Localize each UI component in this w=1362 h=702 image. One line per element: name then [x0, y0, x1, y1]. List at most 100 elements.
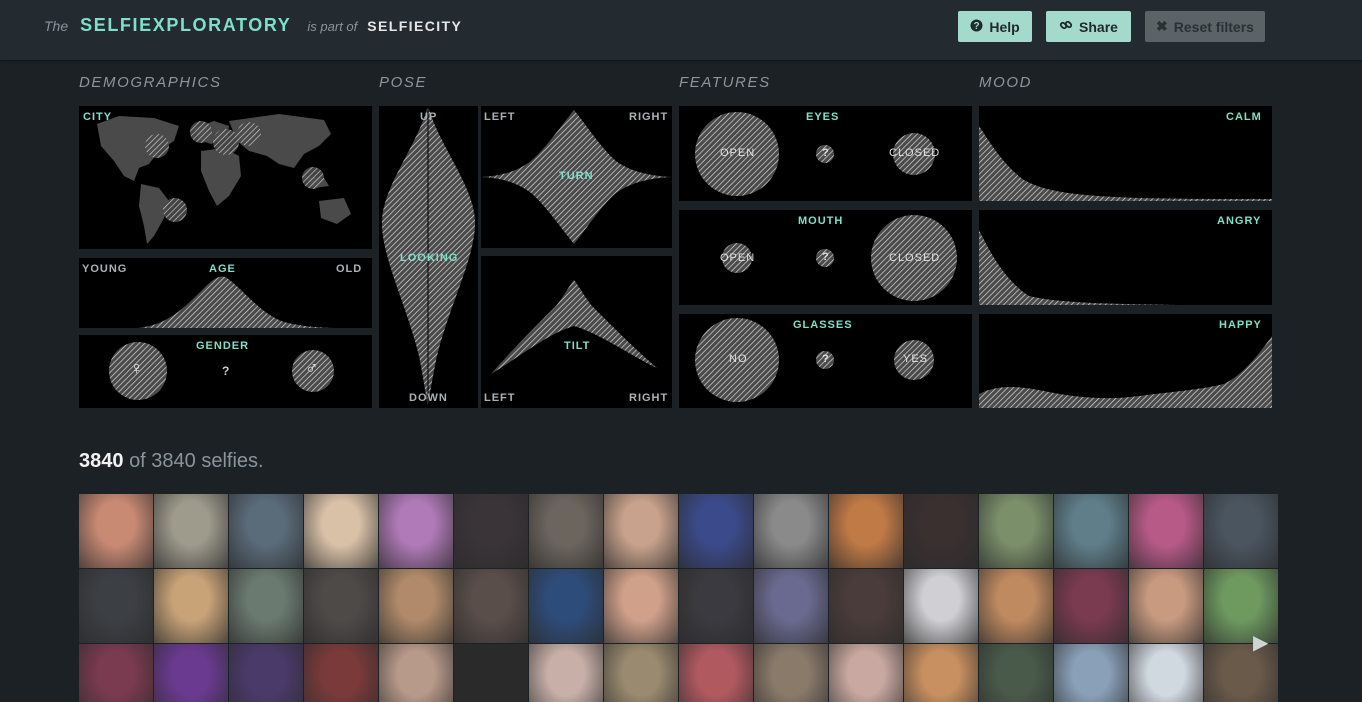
selfie-thumbnail[interactable]: [1129, 494, 1203, 568]
selfie-thumbnail[interactable]: [904, 494, 978, 568]
selfie-thumbnail[interactable]: [379, 494, 453, 568]
tilt-panel[interactable]: TILT LEFT RIGHT: [481, 256, 672, 408]
selfie-thumbnail[interactable]: [679, 644, 753, 702]
glasses-yes-label: YES: [903, 353, 929, 365]
selfie-thumbnail[interactable]: [1204, 494, 1278, 568]
selfie-thumbnail[interactable]: [754, 644, 828, 702]
calm-label: CALM: [1226, 111, 1262, 123]
glasses-no-label: NO: [729, 353, 748, 365]
female-icon: ♀: [130, 358, 144, 378]
selfie-thumbnail[interactable]: [379, 569, 453, 643]
share-label: Share: [1079, 18, 1118, 35]
help-label: Help: [989, 18, 1020, 35]
happy-label: HAPPY: [1219, 319, 1262, 331]
selfie-thumbnail[interactable]: [754, 569, 828, 643]
selfie-thumbnail[interactable]: [754, 494, 828, 568]
age-label: AGE: [209, 263, 236, 275]
selfie-thumbnail[interactable]: [229, 569, 303, 643]
happy-panel[interactable]: HAPPY: [979, 314, 1272, 408]
selfie-thumbnail[interactable]: [304, 494, 378, 568]
world-map[interactable]: [79, 106, 372, 249]
selfie-thumbnail[interactable]: [154, 494, 228, 568]
top-bar: The SELFIEXPLORATORY is part of SELFIECI…: [0, 0, 1362, 60]
angry-label: ANGRY: [1217, 215, 1262, 227]
selfie-thumbnail[interactable]: [604, 569, 678, 643]
selfie-thumbnail[interactable]: [1054, 494, 1128, 568]
selfie-thumbnail[interactable]: [979, 494, 1053, 568]
reset-filters-button[interactable]: ✖ Reset filters: [1145, 11, 1265, 42]
selfie-thumbnail[interactable]: [829, 494, 903, 568]
gender-unknown-label[interactable]: ?: [222, 364, 229, 378]
selfie-count-total: of 3840 selfies.: [129, 450, 264, 472]
selfie-thumbnail[interactable]: [904, 569, 978, 643]
parent-site-link[interactable]: SELFIECITY: [367, 18, 462, 34]
selfie-thumbnail[interactable]: [454, 494, 528, 568]
selfie-thumbnail[interactable]: [154, 644, 228, 702]
selfie-thumbnail[interactable]: [229, 644, 303, 702]
selfie-thumbnail[interactable]: [604, 494, 678, 568]
selfie-thumbnail[interactable]: [304, 644, 378, 702]
looking-panel[interactable]: UP LOOKING DOWN: [379, 106, 478, 408]
brand-part-of: is part of: [307, 19, 358, 34]
gender-panel[interactable]: GENDER ♀ ? ♂: [79, 335, 372, 408]
help-button[interactable]: ? Help: [958, 11, 1032, 42]
turn-left-label: LEFT: [484, 111, 516, 123]
tilt-left-label: LEFT: [484, 392, 516, 404]
selfie-thumbnail[interactable]: [1054, 569, 1128, 643]
selfie-thumbnail[interactable]: [79, 644, 153, 702]
calm-panel[interactable]: CALM: [979, 106, 1272, 201]
age-old-label: OLD: [336, 263, 363, 275]
looking-label: LOOKING: [400, 252, 459, 264]
selfie-thumbnail[interactable]: [379, 644, 453, 702]
tilt-distribution-chart[interactable]: [481, 256, 672, 408]
gender-label: GENDER: [196, 340, 250, 352]
selfie-thumbnail[interactable]: [529, 494, 603, 568]
svg-text:?: ?: [974, 21, 980, 32]
selfie-thumbnail[interactable]: [154, 569, 228, 643]
turn-panel[interactable]: LEFT TURN RIGHT: [481, 106, 672, 248]
turn-right-label: RIGHT: [629, 111, 669, 123]
selfie-thumbnail[interactable]: [604, 644, 678, 702]
eyes-unknown-label: ?: [822, 147, 830, 159]
city-label: CITY: [83, 111, 113, 123]
selfie-thumbnail[interactable]: [229, 494, 303, 568]
selfie-grid[interactable]: [79, 494, 1278, 702]
looking-up-label: UP: [420, 111, 438, 123]
looking-down-label: DOWN: [409, 392, 448, 404]
glasses-label: GLASSES: [793, 319, 853, 331]
mouth-panel[interactable]: MOUTH OPEN ? CLOSED: [679, 210, 972, 305]
brand: The SELFIEXPLORATORY is part of SELFIECI…: [44, 15, 462, 39]
age-young-label: YOUNG: [82, 263, 128, 275]
selfie-thumbnail[interactable]: [904, 644, 978, 702]
mouth-label: MOUTH: [798, 215, 844, 227]
app-title[interactable]: SELFIEXPLORATORY: [80, 15, 291, 36]
selfie-thumbnail[interactable]: [79, 569, 153, 643]
glasses-panel[interactable]: GLASSES NO ? YES: [679, 314, 972, 408]
section-features: FEATURES: [679, 74, 771, 91]
age-panel[interactable]: YOUNG AGE OLD: [79, 258, 372, 328]
selfie-thumbnail[interactable]: [79, 494, 153, 568]
angry-panel[interactable]: ANGRY: [979, 210, 1272, 305]
city-map-panel[interactable]: CITY: [79, 106, 372, 249]
selfie-thumbnail[interactable]: [454, 569, 528, 643]
selfie-thumbnail[interactable]: [1129, 644, 1203, 702]
eyes-closed-label: CLOSED: [889, 147, 941, 159]
turn-label: TURN: [559, 170, 594, 182]
selfie-thumbnail[interactable]: [679, 494, 753, 568]
mouth-closed-label: CLOSED: [889, 252, 941, 264]
eyes-panel[interactable]: EYES OPEN ? CLOSED: [679, 106, 972, 201]
selfie-thumbnail[interactable]: [529, 644, 603, 702]
selfie-thumbnail[interactable]: [979, 569, 1053, 643]
selfie-thumbnail[interactable]: [529, 569, 603, 643]
selfie-thumbnail[interactable]: [1054, 644, 1128, 702]
selfie-thumbnail[interactable]: [829, 569, 903, 643]
selfie-thumbnail[interactable]: [304, 569, 378, 643]
selfie-thumbnail[interactable]: [979, 644, 1053, 702]
selfie-thumbnail[interactable]: [679, 569, 753, 643]
selfie-thumbnail[interactable]: [829, 644, 903, 702]
section-pose: POSE: [379, 74, 428, 91]
chevron-right-icon[interactable]: ▶: [1253, 630, 1268, 655]
selfie-thumbnail[interactable]: [1129, 569, 1203, 643]
selfie-thumbnail[interactable]: [454, 644, 528, 702]
share-button[interactable]: Share: [1046, 11, 1131, 42]
